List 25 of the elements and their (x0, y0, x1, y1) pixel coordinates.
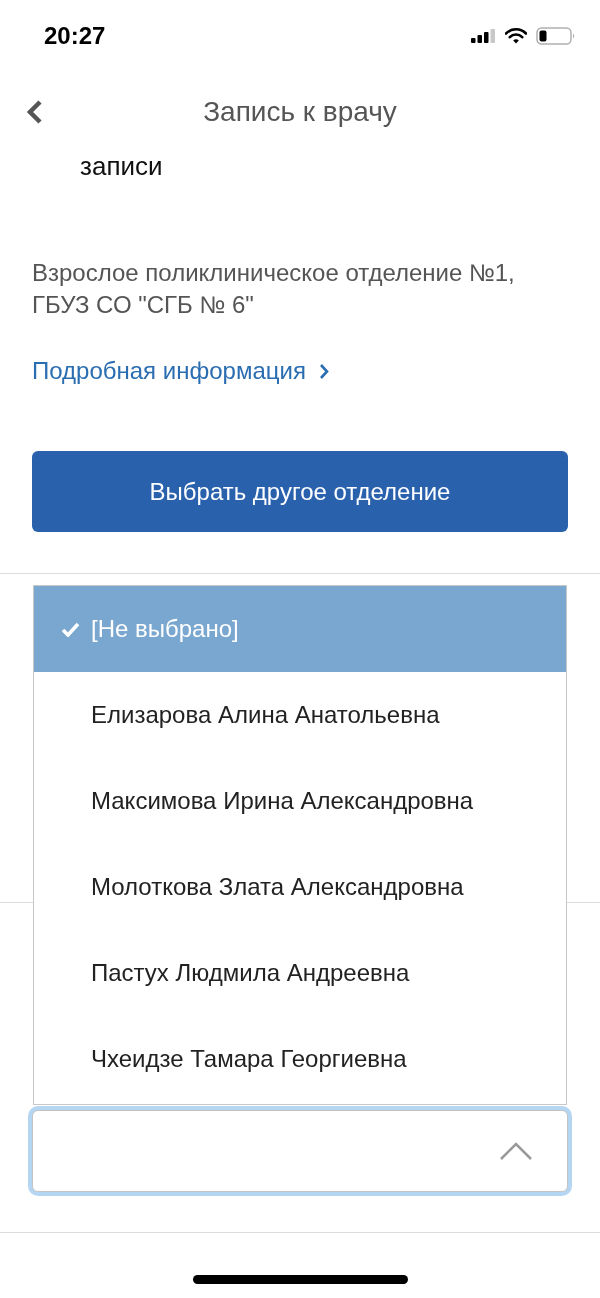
back-button[interactable] (24, 99, 44, 125)
page-title: Запись к врачу (203, 96, 397, 128)
status-time: 20:27 (44, 22, 106, 50)
details-link[interactable]: Подробная информация (32, 355, 329, 387)
option-label: Максимова Ирина Александровна (91, 787, 474, 815)
section-heading: записи (80, 151, 163, 181)
back-chevron-icon (24, 99, 44, 125)
option-label: Молоткова Злата Александровна (91, 873, 464, 901)
option-label: Елизарова Алина Анатольевна (91, 701, 440, 729)
option-label: [Не выбрано] (91, 615, 239, 643)
choose-department-button[interactable]: Выбрать другое отделение (32, 451, 568, 532)
checkmark-icon (61, 622, 80, 637)
option-label: Чхеидзе Тамара Георгиевна (91, 1045, 407, 1073)
option-label: Пастух Людмила Андреевна (91, 959, 410, 987)
dropdown-option[interactable]: Максимова Ирина Александровна (34, 758, 566, 844)
signal-icon (471, 29, 496, 43)
dropdown-option[interactable]: Молоткова Злата Александровна (34, 844, 566, 930)
dropdown-option[interactable]: Пастух Людмила Андреевна (34, 930, 566, 1016)
dropdown-option[interactable]: Чхеидзе Тамара Георгиевна (34, 1016, 566, 1102)
dropdown-option[interactable]: Елизарова Алина Анатольевна (34, 672, 566, 758)
battery-icon (536, 27, 576, 45)
caret-icon (499, 1141, 533, 1161)
chevron-right-icon (318, 362, 329, 380)
wifi-icon (505, 28, 527, 44)
department-name: Взрослое поликлиническое отделение №1, ГБУЗ СО "СГБ № 6" (32, 258, 516, 320)
